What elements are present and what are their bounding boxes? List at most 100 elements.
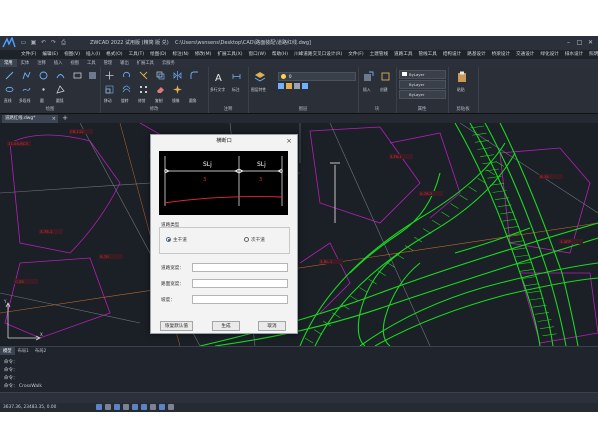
rectangle-icon[interactable] [73, 71, 82, 80]
pavement-width-input[interactable] [192, 279, 288, 288]
explode-icon[interactable] [173, 85, 182, 94]
restore-defaults-button[interactable]: 恢复默认值 [160, 321, 193, 331]
menu-item[interactable]: 帮助(H) [269, 50, 291, 59]
arc-icon[interactable] [56, 71, 65, 80]
save-icon[interactable]: ▣ [30, 39, 37, 46]
ribbon-tab[interactable]: 注释 [33, 59, 50, 67]
menu-item[interactable]: 编辑(E) [39, 50, 61, 59]
menu-item[interactable]: 修改(M) [192, 50, 215, 59]
menu-item[interactable]: 扩展工具(X) [214, 50, 245, 59]
ortho-icon[interactable] [114, 404, 120, 410]
menu-item[interactable]: 文件(F) [18, 50, 39, 59]
ellipse-icon[interactable] [5, 85, 14, 94]
print-icon[interactable]: ⎙ [60, 39, 67, 46]
line-icon[interactable] [5, 71, 14, 80]
layer-properties-icon[interactable] [254, 71, 266, 83]
new-document-tab-button[interactable]: + [61, 115, 69, 123]
ribbon-tab[interactable]: 常用 [0, 59, 17, 67]
circle-icon[interactable] [39, 71, 48, 80]
slope-input[interactable] [192, 295, 288, 304]
layout-tab-2[interactable]: 布局2 [32, 347, 49, 355]
maximize-button[interactable]: □ [574, 37, 585, 48]
ribbon-tab[interactable]: 管理 [100, 59, 117, 67]
generate-button[interactable]: 生成 [212, 321, 240, 331]
spline-icon[interactable] [22, 85, 31, 94]
drawing-canvas[interactable]: 11.05-RC3CR-112C2-113-75-10-70C-551-3FP1… [0, 123, 598, 346]
layer-tool-2-icon[interactable] [286, 83, 292, 89]
menu-item[interactable]: 绘图(D) [147, 50, 169, 59]
point-icon[interactable] [39, 85, 48, 94]
command-input[interactable] [0, 392, 598, 403]
model-icon[interactable] [159, 404, 165, 410]
ribbon-tab[interactable]: 实体 [17, 59, 34, 67]
road-width-input[interactable] [192, 263, 288, 272]
lweight-icon[interactable] [150, 404, 156, 410]
ribbon-tab[interactable]: 工具 [83, 59, 100, 67]
undo-icon[interactable]: ↶ [40, 39, 47, 46]
layer-dropdown[interactable]: 0 [278, 72, 356, 81]
layer-tool-3-icon[interactable] [294, 83, 300, 89]
menu-item[interactable]: 结构设计 [440, 50, 464, 59]
linetype-dropdown[interactable]: ByLayer [399, 80, 446, 89]
menu-item[interactable]: 插入(I) [83, 50, 103, 59]
cancel-button[interactable]: 取消 [258, 321, 286, 331]
menu-item[interactable]: 格式(O) [103, 50, 125, 59]
menu-item[interactable]: 土建管线 [367, 50, 391, 59]
text-icon[interactable]: A [214, 71, 226, 83]
dialog-close-button[interactable]: × [286, 135, 292, 148]
osnap-icon[interactable] [132, 404, 138, 410]
document-tab-close-button[interactable]: × [52, 115, 56, 123]
otrack-icon[interactable] [141, 404, 147, 410]
menu-item[interactable]: 路基设计 [464, 50, 488, 59]
menu-item[interactable]: 川峰道路交叉口设计(R) [291, 50, 345, 59]
menu-item[interactable]: 管线工具 [415, 50, 439, 59]
menu-item[interactable]: 交通设计 [513, 50, 537, 59]
insert-block-icon[interactable] [363, 71, 374, 82]
menu-item[interactable]: 窗口(W) [246, 50, 269, 59]
ribbon-tab[interactable]: 云服务 [158, 59, 179, 67]
menu-item[interactable]: 桥梁设计 [489, 50, 513, 59]
rotate-icon[interactable] [122, 71, 131, 80]
lineweight-dropdown[interactable]: ByLayer [399, 90, 446, 99]
menu-item[interactable]: 标注(N) [169, 50, 191, 59]
layout-tab-model[interactable]: 模型 [0, 347, 15, 355]
scale-icon[interactable] [105, 85, 114, 94]
offset-icon[interactable] [122, 85, 131, 94]
close-button[interactable]: ✕ [585, 37, 596, 48]
hatch-icon[interactable] [88, 71, 97, 80]
menu-item[interactable]: 道路工具 [391, 50, 415, 59]
polar-icon[interactable] [123, 404, 129, 410]
layer-tool-1-icon[interactable] [278, 83, 284, 89]
fillet-icon[interactable] [190, 71, 199, 80]
open-icon[interactable]: ▭ [20, 39, 27, 46]
ribbon-tab[interactable]: 输出 [116, 59, 133, 67]
region-icon[interactable] [56, 85, 65, 94]
settings-icon[interactable] [168, 404, 174, 410]
trim-icon[interactable] [139, 71, 148, 80]
copy-icon[interactable] [156, 71, 165, 80]
menu-item[interactable]: 绿化设计 [537, 50, 561, 59]
menu-item[interactable]: 排水设计 [562, 50, 586, 59]
ribbon-tab[interactable]: 视图 [66, 59, 83, 67]
mirror-icon[interactable] [173, 71, 182, 80]
ribbon-tab[interactable]: 插入 [50, 59, 67, 67]
minimize-button[interactable]: – [563, 37, 574, 48]
zwcad-logo-icon[interactable] [2, 37, 16, 49]
create-block-icon[interactable] [380, 71, 391, 82]
snap-icon[interactable] [105, 404, 111, 410]
document-tab-active[interactable]: 道路红线.dwg* × [2, 115, 58, 123]
erase-icon[interactable] [156, 85, 165, 94]
redo-icon[interactable]: ↷ [50, 39, 57, 46]
move-icon[interactable] [105, 71, 114, 80]
layer-tool-4-icon[interactable] [302, 83, 308, 89]
menu-item[interactable]: 照明设计 [586, 50, 598, 59]
grid-icon[interactable] [96, 404, 102, 410]
layout-tab-1[interactable]: 布局1 [15, 347, 32, 355]
polyline-icon[interactable] [22, 71, 31, 80]
paste-icon[interactable] [457, 71, 468, 83]
menu-item[interactable]: 文件(F) [345, 50, 366, 59]
radio-main-road[interactable]: 主干道 [166, 237, 187, 243]
menu-item[interactable]: 工具(T) [126, 50, 148, 59]
ribbon-tab[interactable]: 扩展工具 [133, 59, 158, 67]
color-dropdown[interactable]: ByLayer [399, 70, 446, 79]
